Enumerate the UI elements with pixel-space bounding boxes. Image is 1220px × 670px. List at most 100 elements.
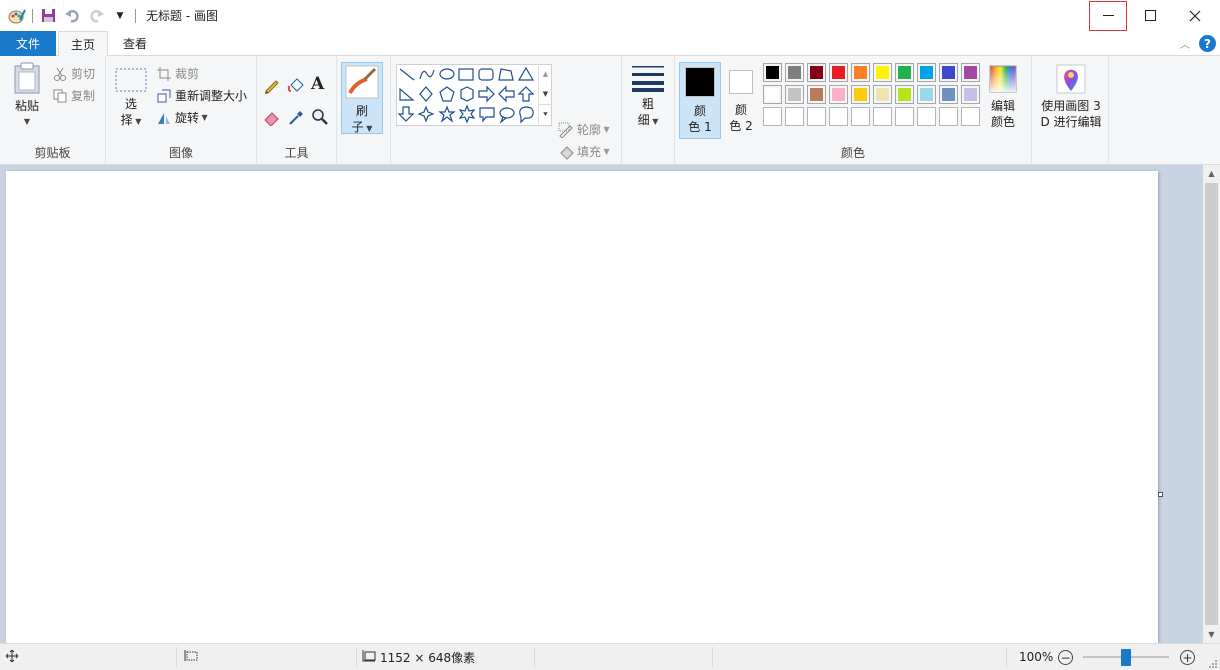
text-icon[interactable]: A [311,74,324,94]
brushes-button[interactable]: 刷 子 ▼ [341,62,383,134]
tab-view[interactable]: 查看 [110,31,160,56]
palette-swatch[interactable] [917,63,936,82]
palette-swatch[interactable] [785,107,804,126]
fill-button[interactable]: 填充 ▼ [558,143,610,160]
edit-colors-button[interactable]: 编辑 颜色 [987,64,1019,130]
size-button[interactable]: 粗 细 ▼ [628,64,668,130]
vertical-scrollbar[interactable]: ▲ ▼ [1203,165,1220,643]
copy-button[interactable]: 复制 [52,87,95,104]
drawing-canvas[interactable] [6,171,1158,643]
fill-bucket-icon[interactable] [287,76,305,97]
palette-swatch[interactable] [961,85,980,104]
shape-gallery[interactable]: ▲ ▼ ⯆ [396,64,552,126]
maximize-button[interactable] [1128,0,1172,31]
palette-swatch[interactable] [917,107,936,126]
minimize-button[interactable] [1089,1,1127,31]
palette-swatch[interactable] [873,63,892,82]
color-picker-icon[interactable] [287,108,305,129]
scroll-down-arrow-icon[interactable]: ▼ [1203,626,1220,643]
rotate-label: 旋转 [175,111,200,125]
rotate-button[interactable]: 旋转 ▼ [156,109,208,126]
palette-swatch-color [854,88,867,101]
crop-button[interactable]: 裁剪 [156,65,199,82]
palette-swatch[interactable] [763,107,782,126]
palette-swatch[interactable] [851,63,870,82]
scroll-up-icon[interactable]: ▲ [539,64,552,84]
zoom-slider-thumb[interactable] [1121,649,1131,666]
pencil-icon[interactable] [263,76,281,97]
palette-swatch[interactable] [895,63,914,82]
paste-label: 粘贴 [14,99,39,113]
help-icon[interactable]: ? [1199,35,1216,52]
magnifier-icon[interactable] [311,108,329,129]
image-size-icon [362,649,376,665]
palette-swatch[interactable] [785,63,804,82]
paint3d-icon [1056,64,1086,94]
crop-label: 裁剪 [175,67,200,81]
palette-swatch[interactable] [829,85,848,104]
palette-swatch-color [876,66,889,79]
save-icon[interactable] [39,7,57,25]
resize-grip-icon[interactable] [1208,658,1218,670]
palette-swatch-color [766,88,779,101]
palette-swatch[interactable] [895,85,914,104]
outline-button[interactable]: 轮廓 ▼ [558,121,610,138]
palette-swatch[interactable] [939,85,958,104]
tab-file[interactable]: 文件 [0,31,56,56]
palette-swatch[interactable] [785,85,804,104]
redo-icon[interactable] [87,7,105,25]
outline-label: 轮廓 [577,123,602,137]
tab-home[interactable]: 主页 [58,31,108,57]
paint3d-label-top: 使用画图 3 [1041,99,1101,113]
palette-swatch[interactable] [917,85,936,104]
palette-swatch[interactable] [961,63,980,82]
cut-label: 剪切 [71,67,96,81]
color1-button[interactable]: 颜 色 1 [679,62,721,139]
chevron-down-icon: ▼ [363,124,373,133]
palette-swatch[interactable] [763,63,782,82]
group-label-colors: 颜色 [840,146,865,160]
select-label-bottom: 择 ▼ [114,112,148,130]
color2-button[interactable]: 颜 色 2 [723,62,759,139]
gallery-expand-icon[interactable]: ⯆ [539,104,552,124]
group-paint3d: 使用画图 3 D 进行编辑 [1032,56,1109,165]
line-thickness-icon [632,66,664,93]
palette-swatch[interactable] [807,85,826,104]
resize-button[interactable]: 重新调整大小 [156,87,247,104]
palette-swatch[interactable] [807,107,826,126]
palette-swatch[interactable] [851,107,870,126]
palette-swatch[interactable] [873,85,892,104]
scroll-up-arrow-icon[interactable]: ▲ [1203,165,1220,182]
collapse-ribbon-icon[interactable]: ︿ [1180,36,1190,51]
palette-swatch[interactable] [851,85,870,104]
eraser-icon[interactable] [263,108,281,129]
size-label-bottom: 细 ▼ [628,112,668,130]
zoom-level: 100% [1019,650,1054,664]
close-button[interactable] [1173,0,1217,31]
scroll-down-icon[interactable]: ▼ [539,84,552,104]
palette-swatch[interactable] [939,63,958,82]
paste-button[interactable]: 粘贴 ▼ [10,62,44,130]
zoom-out-button[interactable]: − [1058,650,1073,665]
palette-swatch-color [896,108,913,125]
select-button[interactable]: 选 择 ▼ [114,68,148,130]
chevron-down-icon: ▼ [23,117,31,126]
group-label-image: 图像 [168,146,193,160]
canvas-resize-handle-right[interactable] [1158,492,1163,497]
palette-swatch[interactable] [807,63,826,82]
scrollbar-thumb[interactable] [1205,183,1218,625]
customize-toolbar-icon[interactable]: ▼ [111,7,129,25]
cut-button[interactable]: 剪切 [52,65,95,82]
paint-app-icon[interactable] [8,7,26,25]
palette-swatch[interactable] [895,107,914,126]
palette-swatch[interactable] [939,107,958,126]
undo-icon[interactable] [63,7,81,25]
brushes-label-top: 刷 [355,104,368,118]
palette-swatch[interactable] [829,63,848,82]
zoom-in-button[interactable]: + [1180,650,1195,665]
palette-swatch[interactable] [961,107,980,126]
edit-with-paint3d-button[interactable]: 使用画图 3 D 进行编辑 [1036,64,1106,130]
palette-swatch[interactable] [829,107,848,126]
palette-swatch[interactable] [873,107,892,126]
palette-swatch[interactable] [763,85,782,104]
